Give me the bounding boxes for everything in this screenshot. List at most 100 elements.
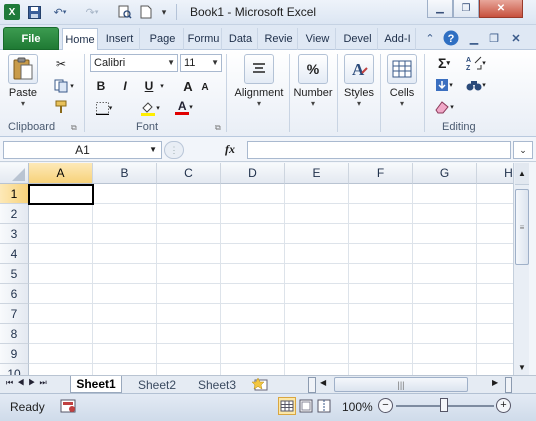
name-box[interactable]: A1 ▼ xyxy=(3,141,162,159)
tab-formulas[interactable]: Formu xyxy=(186,28,222,50)
column-header-d[interactable]: D xyxy=(221,163,285,184)
minimize-button[interactable]: ▁ xyxy=(427,0,453,18)
italic-button[interactable]: I xyxy=(116,77,134,95)
row-header-4[interactable]: 4 xyxy=(0,244,29,264)
scroll-right-arrow[interactable]: ▶ xyxy=(492,378,498,387)
insert-function-icon[interactable]: fx xyxy=(225,142,235,157)
font-launcher-icon[interactable]: ⧉ xyxy=(215,123,221,133)
tab-review[interactable]: Revie xyxy=(260,28,298,50)
help-icon[interactable]: ? xyxy=(443,30,459,46)
insert-sheet-icon[interactable] xyxy=(251,377,272,392)
scroll-left-arrow[interactable]: ◀ xyxy=(320,378,326,387)
autosum-button[interactable]: Σ ▾ xyxy=(430,54,458,72)
workbook-close-icon[interactable]: ✕ xyxy=(508,30,524,46)
zoom-in-icon[interactable]: + xyxy=(496,398,511,413)
column-header-h[interactable]: H xyxy=(477,163,513,184)
sheet-tab-1[interactable]: Sheet1 xyxy=(70,376,122,393)
column-header-a[interactable]: A xyxy=(29,163,93,184)
scroll-up-arrow[interactable]: ▲ xyxy=(515,163,529,185)
formula-input[interactable] xyxy=(247,141,511,159)
tab-home[interactable]: Home xyxy=(62,28,98,51)
new-icon[interactable] xyxy=(138,4,154,20)
format-painter-icon[interactable] xyxy=(50,98,72,116)
tab-developer[interactable]: Devel xyxy=(338,28,378,50)
select-all-button[interactable] xyxy=(0,163,29,184)
macro-recording-icon[interactable] xyxy=(60,398,78,414)
print-preview-icon[interactable] xyxy=(116,4,134,20)
vertical-scrollbar[interactable]: ▲ ≡ ▼ xyxy=(513,163,529,375)
shrink-font-button[interactable]: A xyxy=(198,78,212,96)
column-header-g[interactable]: G xyxy=(413,163,477,184)
normal-view-icon[interactable] xyxy=(278,397,296,415)
column-header-b[interactable]: B xyxy=(93,163,157,184)
styles-button[interactable]: A Styles ▾ xyxy=(340,54,378,108)
number-button[interactable]: % Number ▾ xyxy=(291,54,335,108)
row-header-1[interactable]: 1 xyxy=(0,184,29,204)
row-header-9[interactable]: 9 xyxy=(0,344,29,364)
font-name-select[interactable]: Calibri ▼ xyxy=(90,54,178,72)
undo-icon[interactable]: ↶ ▾ xyxy=(48,4,72,20)
expand-formula-bar-icon[interactable]: ⌄ xyxy=(513,141,533,159)
borders-button[interactable]: ▾ xyxy=(92,99,116,117)
tab-view[interactable]: View xyxy=(300,28,336,50)
tab-insert[interactable]: Insert xyxy=(100,28,140,50)
paste-dropdown-icon[interactable]: ▾ xyxy=(21,99,25,108)
alignment-button[interactable]: Alignment ▾ xyxy=(231,54,287,108)
tab-file[interactable]: File xyxy=(3,27,59,50)
font-size-select[interactable]: 11 ▼ xyxy=(180,54,222,72)
workbook-minimize-icon[interactable]: ▁ xyxy=(466,30,482,46)
active-cell-a1[interactable] xyxy=(28,184,94,205)
page-layout-view-icon[interactable] xyxy=(298,398,314,414)
save-icon[interactable] xyxy=(26,4,42,20)
page-break-view-icon[interactable] xyxy=(316,398,332,414)
sheet-tab-2[interactable]: Sheet2 xyxy=(130,376,184,393)
underline-dropdown-icon[interactable]: ▾ xyxy=(157,77,167,95)
zoom-slider-thumb[interactable] xyxy=(440,398,448,412)
close-button[interactable]: ✕ xyxy=(479,0,523,18)
minimize-ribbon-icon[interactable]: ⌃ xyxy=(422,30,438,46)
row-header-6[interactable]: 6 xyxy=(0,284,29,304)
customize-qat-icon[interactable]: ▾ xyxy=(158,4,170,20)
horizontal-split-handle[interactable] xyxy=(505,377,512,393)
row-header-5[interactable]: 5 xyxy=(0,264,29,284)
clipboard-launcher-icon[interactable]: ⧉ xyxy=(71,123,77,133)
bold-button[interactable]: B xyxy=(92,77,110,95)
fill-color-button[interactable]: ▾ xyxy=(136,99,164,117)
tab-data[interactable]: Data xyxy=(224,28,258,50)
sheet-nav-arrows[interactable]: ⏮◀▶⏭ xyxy=(6,378,51,388)
row-header-8[interactable]: 8 xyxy=(0,324,29,344)
formula-bar-resize-handle[interactable]: ⋮ xyxy=(164,141,184,159)
fill-button[interactable]: ▾ xyxy=(430,76,458,94)
horizontal-scroll-thumb[interactable]: ||| xyxy=(334,377,468,392)
copy-icon[interactable]: ▾ xyxy=(50,77,78,95)
find-select-button[interactable]: ▾ xyxy=(462,76,490,94)
scroll-thumb[interactable]: ≡ xyxy=(515,189,529,265)
scroll-down-arrow[interactable]: ▼ xyxy=(515,359,529,375)
zoom-level[interactable]: 100% xyxy=(342,400,373,414)
row-header-7[interactable]: 7 xyxy=(0,304,29,324)
sort-filter-button[interactable]: A Z ▾ xyxy=(462,54,490,72)
excel-app-icon[interactable]: X xyxy=(4,4,20,20)
workbook-restore-icon[interactable]: ❐ xyxy=(486,30,502,46)
column-header-c[interactable]: C xyxy=(157,163,221,184)
column-header-f[interactable]: F xyxy=(349,163,413,184)
font-color-button[interactable]: A ▾ xyxy=(170,98,198,116)
row-header-10[interactable]: 10 xyxy=(0,364,29,375)
maximize-button[interactable]: ❐ xyxy=(453,0,479,18)
column-header-e[interactable]: E xyxy=(285,163,349,184)
tab-page-layout[interactable]: Page xyxy=(142,28,184,50)
clear-button[interactable]: ▾ xyxy=(430,98,458,116)
sheet-tab-3[interactable]: Sheet3 xyxy=(190,376,244,393)
row-header-3[interactable]: 3 xyxy=(0,224,29,244)
zoom-out-icon[interactable]: − xyxy=(378,398,393,413)
redo-icon[interactable]: ↷ ▾ xyxy=(80,4,104,20)
worksheet-grid[interactable]: ABCDEFGH 1 2 3 4 5 6 7 8 9 10 xyxy=(0,163,513,375)
underline-button[interactable]: U xyxy=(140,77,158,95)
cut-icon[interactable]: ✂ xyxy=(50,55,72,73)
paste-button[interactable]: Paste ▾ xyxy=(8,54,38,108)
cells-button[interactable]: Cells ▾ xyxy=(383,54,421,108)
tab-split-handle[interactable] xyxy=(308,377,316,393)
row-header-2[interactable]: 2 xyxy=(0,204,29,224)
grow-font-button[interactable]: A xyxy=(180,77,196,95)
tab-add-ins[interactable]: Add-I xyxy=(380,28,416,50)
